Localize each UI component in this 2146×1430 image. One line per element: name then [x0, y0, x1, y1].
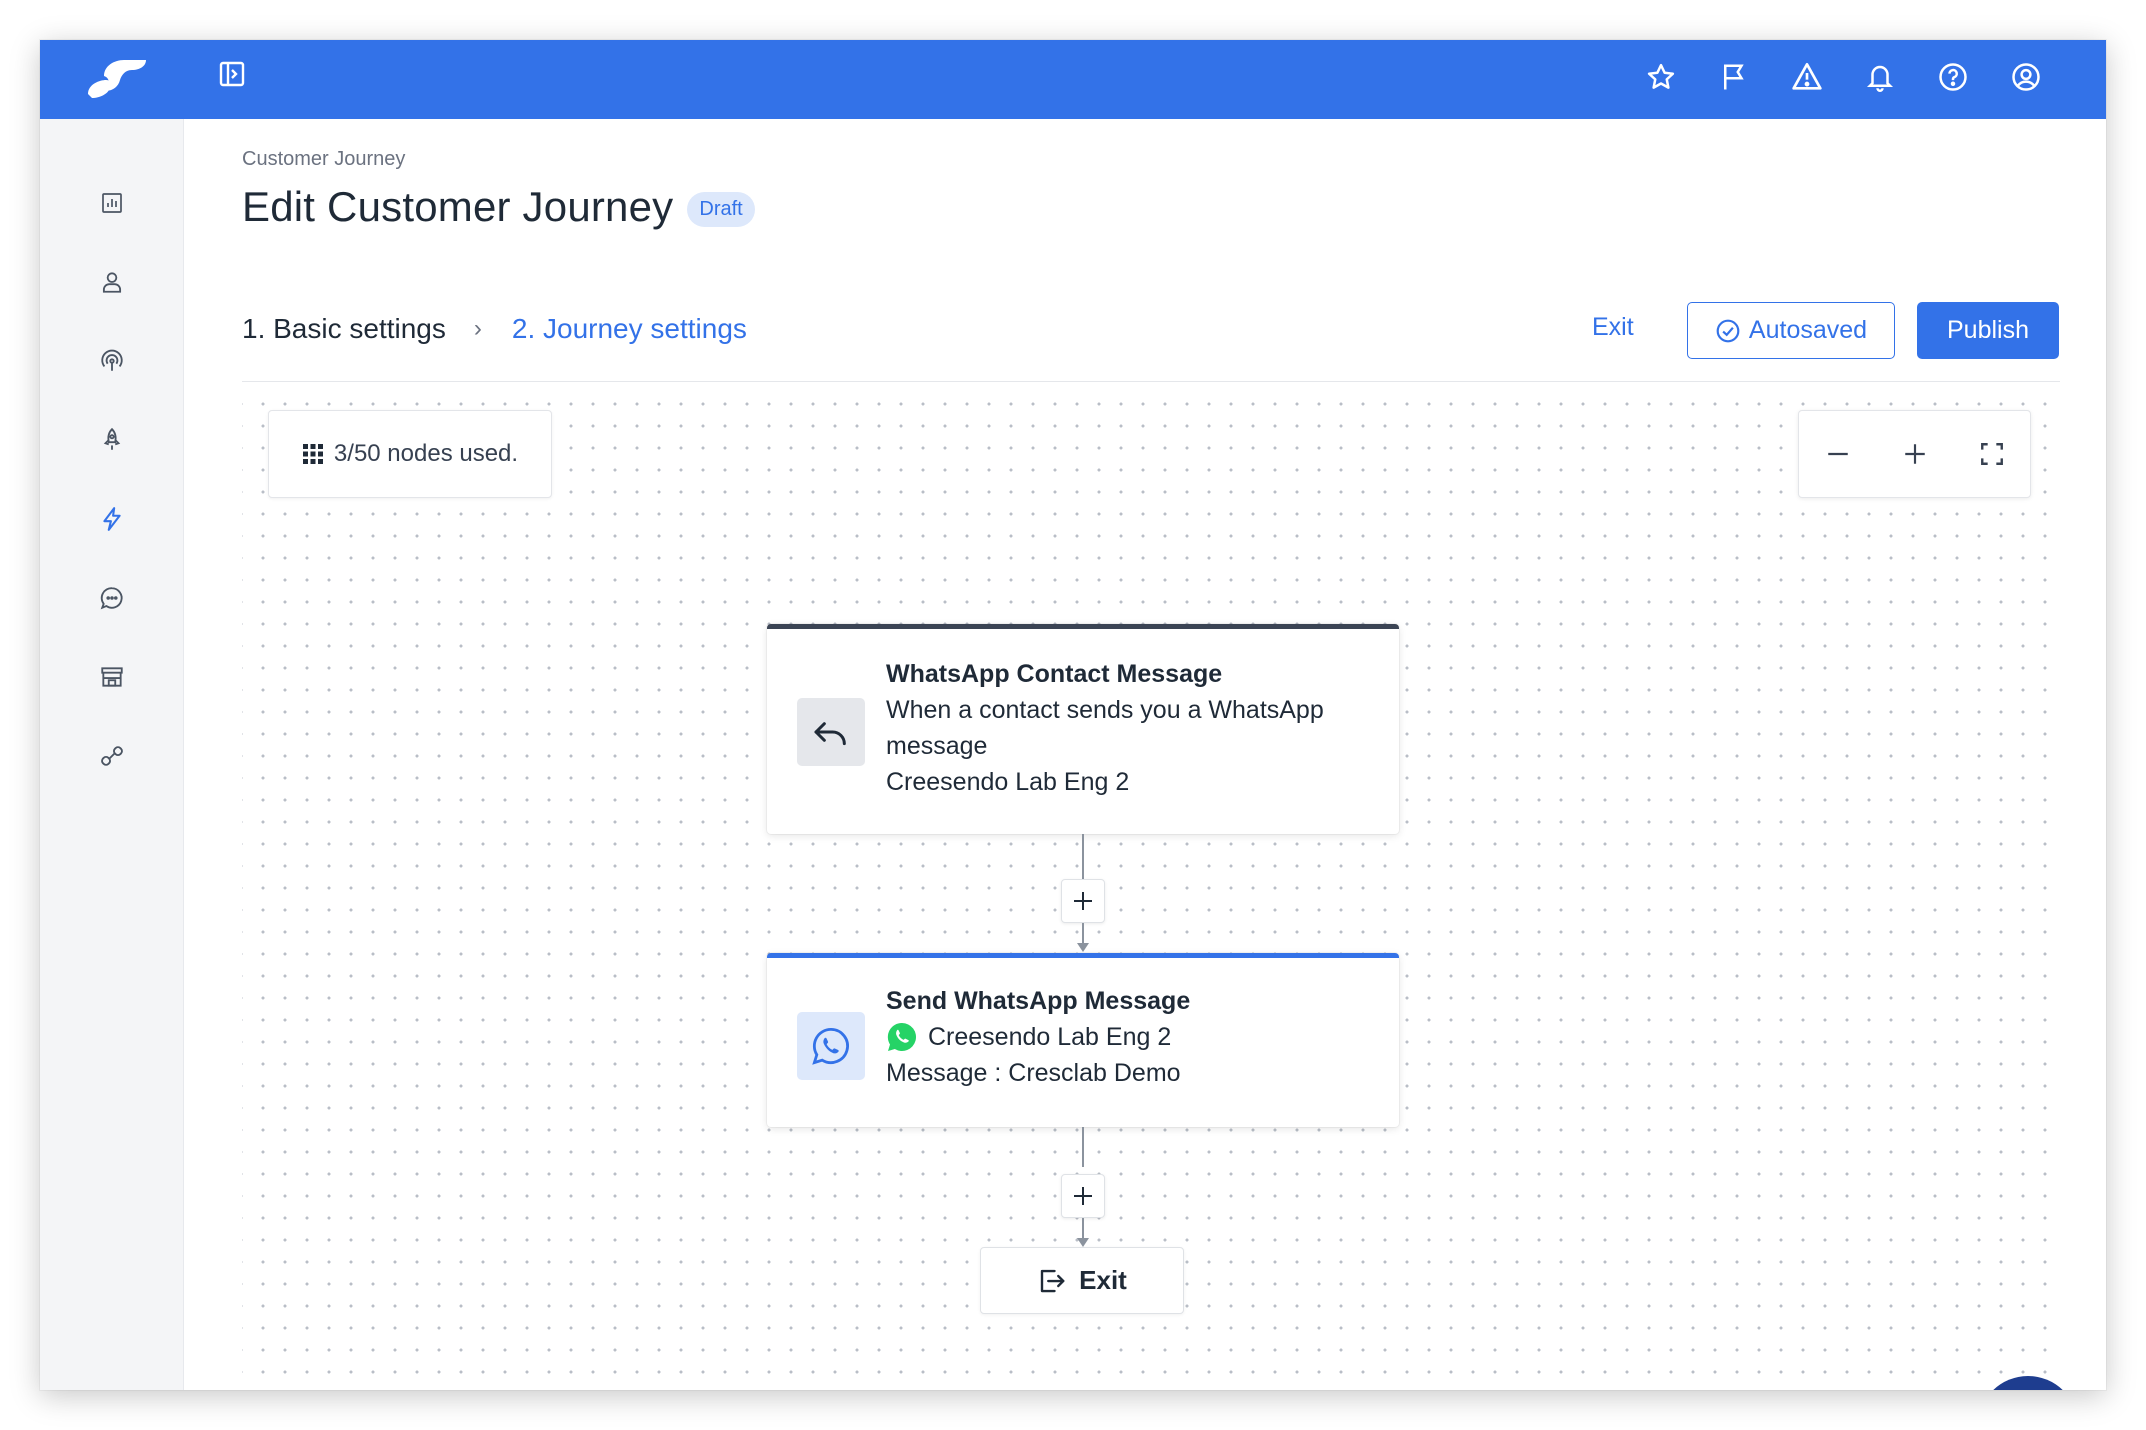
- autosaved-button[interactable]: Autosaved: [1687, 302, 1895, 359]
- exit-node-label: Exit: [1079, 1265, 1127, 1295]
- exit-icon: [1040, 1269, 1065, 1292]
- brand-logo-icon[interactable]: [80, 50, 150, 106]
- title-row: Edit Customer Journey Draft: [242, 183, 755, 231]
- connector-line: [1082, 834, 1084, 881]
- breadcrumb[interactable]: Customer Journey: [242, 148, 405, 171]
- step-basic-settings[interactable]: 1. Basic settings: [242, 313, 446, 345]
- chevron-right-icon: ›: [473, 315, 482, 342]
- journey-canvas[interactable]: [242, 385, 2060, 1390]
- bell-icon[interactable]: [1860, 52, 1900, 102]
- app-window: Customer Journey Edit Customer Journey D…: [40, 40, 2106, 1390]
- analytics-icon[interactable]: [90, 181, 134, 225]
- exit-link[interactable]: Exit: [1592, 313, 1634, 342]
- warning-icon[interactable]: [1787, 52, 1827, 102]
- step-journey-settings[interactable]: 2. Journey settings: [512, 313, 747, 345]
- connector-line: [1082, 1127, 1084, 1167]
- store-icon[interactable]: [90, 655, 134, 699]
- exit-node[interactable]: Exit: [980, 1247, 1184, 1314]
- zoom-controls: [1798, 410, 2031, 498]
- integration-icon[interactable]: [90, 734, 134, 778]
- nodes-counter: 3/50 nodes used.: [268, 410, 552, 498]
- zoom-in-icon[interactable]: [1892, 431, 1938, 477]
- arrow-down-icon: [1077, 1238, 1089, 1247]
- status-badge: Draft: [687, 191, 755, 227]
- nodes-used-label: 3/50 nodes used.: [333, 440, 519, 467]
- flag-icon[interactable]: [1714, 52, 1754, 102]
- zoom-out-icon[interactable]: [1815, 431, 1861, 477]
- send-message-node-title: Send WhatsApp Message: [886, 987, 1191, 1015]
- publish-button[interactable]: Publish: [1917, 302, 2059, 359]
- page-title: Edit Customer Journey: [242, 183, 674, 230]
- top-bar: [40, 40, 2106, 119]
- trigger-node[interactable]: WhatsApp Contact Message When a contact …: [767, 624, 1399, 834]
- trigger-node-title: WhatsApp Contact Message: [886, 660, 1223, 688]
- whatsapp-icon: [797, 1012, 865, 1080]
- star-icon[interactable]: [1641, 52, 1681, 102]
- send-message-node-text: Send WhatsApp Message Creesendo Lab Eng …: [886, 983, 1376, 1091]
- reply-icon: [797, 698, 865, 766]
- add-node-button[interactable]: [1061, 1174, 1105, 1218]
- user-icon[interactable]: [90, 260, 134, 304]
- send-message-node[interactable]: Send WhatsApp Message Creesendo Lab Eng …: [767, 953, 1399, 1127]
- trigger-node-description: When a contact sends you a WhatsApp mess…: [886, 696, 1324, 760]
- step-indicator: 1. Basic settings › 2. Journey settings: [242, 313, 747, 345]
- broadcast-icon[interactable]: [90, 339, 134, 383]
- send-message-node-account-row: Creesendo Lab Eng 2: [886, 1019, 1376, 1055]
- fullscreen-icon[interactable]: [1969, 431, 2015, 477]
- header-divider: [242, 381, 2060, 382]
- send-message-node-account: Creesendo Lab Eng 2: [928, 1023, 1172, 1051]
- side-navigation: [40, 119, 184, 1390]
- rocket-icon[interactable]: [90, 418, 134, 462]
- autosaved-label: Autosaved: [1748, 316, 1868, 344]
- top-icon-group: [1641, 52, 2046, 102]
- help-icon[interactable]: [1933, 52, 1973, 102]
- account-icon[interactable]: [2006, 52, 2046, 102]
- lightning-icon[interactable]: [90, 497, 134, 541]
- send-message-node-message: Message : Cresclab Demo: [886, 1059, 1181, 1087]
- check-circle-icon: [1716, 319, 1740, 342]
- add-node-button[interactable]: [1061, 879, 1105, 923]
- arrow-down-icon: [1077, 943, 1089, 952]
- chat-icon[interactable]: [90, 576, 134, 620]
- trigger-node-text: WhatsApp Contact Message When a contact …: [886, 656, 1376, 800]
- plus-icon: [1074, 892, 1092, 910]
- sidebar-toggle-icon[interactable]: [212, 54, 252, 94]
- trigger-node-account: Creesendo Lab Eng 2: [886, 768, 1130, 796]
- plus-icon: [1074, 1187, 1092, 1205]
- grid-dots-icon: [302, 444, 323, 464]
- whatsapp-logo-icon: [887, 1022, 917, 1051]
